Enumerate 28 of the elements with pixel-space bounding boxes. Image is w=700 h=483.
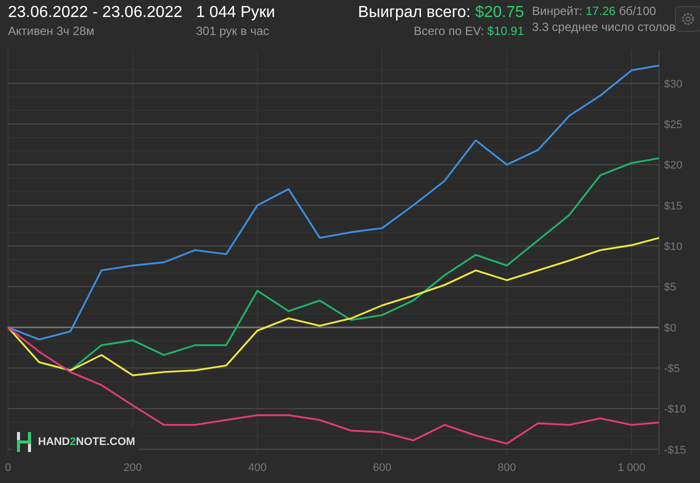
- y-axis-label: -$15: [664, 444, 686, 456]
- y-axis-label: $15: [664, 200, 682, 212]
- y-axis-label: $5: [664, 282, 676, 294]
- y-axis-label: $10: [664, 241, 682, 253]
- x-axis-label: 1 000: [618, 462, 646, 474]
- x-axis-label: 600: [372, 462, 392, 474]
- y-axis-label: -$5: [664, 362, 680, 375]
- settings-button[interactable]: [675, 6, 700, 32]
- hands-count: 1 044 Руки: [196, 4, 276, 22]
- y-axis-label: $30: [664, 78, 682, 90]
- average-tables: 3.3 среднее число столов: [532, 20, 676, 34]
- x-axis-label: 200: [124, 462, 142, 474]
- y-axis-label: -$10: [664, 404, 686, 416]
- active-time: Активен 3ч 28м: [8, 24, 96, 38]
- y-axis-label: $25: [664, 119, 682, 131]
- total-won: Выиграл всего: $20.75: [358, 4, 524, 22]
- ev-total: Всего по EV: $10.91: [414, 24, 524, 38]
- logo-icon: [16, 432, 32, 452]
- x-axis-label: 0: [4, 462, 12, 474]
- winrate: Винрейт: 17.26 бб/100: [532, 4, 658, 18]
- y-axis-label: $0: [664, 322, 676, 334]
- x-axis-label: 800: [498, 462, 516, 474]
- settings-icon: [680, 11, 696, 27]
- hands-per-hour: 301 рук в час: [196, 24, 270, 38]
- date-range: 23.06.2022 - 23.06.2022: [8, 4, 184, 22]
- y-axis-label: $20: [664, 160, 682, 172]
- logo-text: HAND2NOTE.COM: [38, 436, 136, 448]
- x-axis-label: 400: [248, 462, 267, 474]
